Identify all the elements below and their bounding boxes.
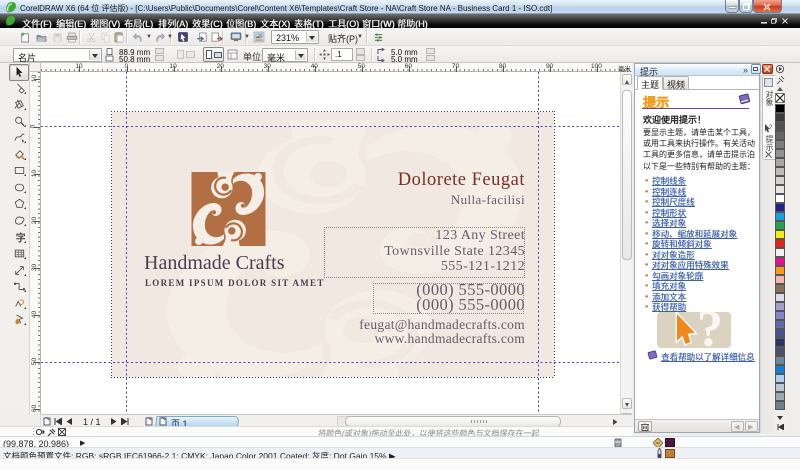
svg-text:?: ? (769, 125, 773, 131)
